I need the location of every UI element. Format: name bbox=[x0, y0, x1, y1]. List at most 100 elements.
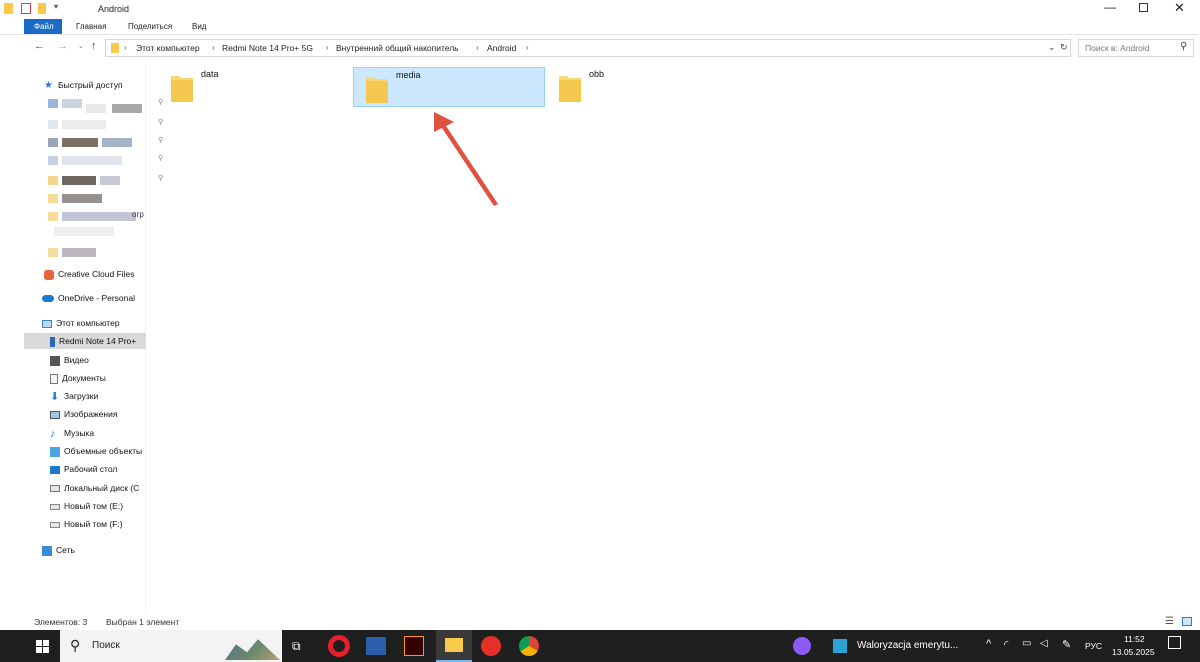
folder-obb[interactable]: obb bbox=[547, 67, 739, 107]
crumb-storage[interactable]: Внутренний общий накопитель bbox=[336, 43, 459, 53]
pinned-item[interactable]: ⚲ bbox=[48, 152, 163, 168]
chevron-right-icon: › bbox=[476, 43, 479, 52]
quick-access-dropdown-icon[interactable]: ▾ bbox=[54, 2, 58, 11]
active-window-title[interactable]: Waloryzacja emerytu... bbox=[857, 640, 958, 651]
ribbon-tabs: Файл Главная Поделиться Вид bbox=[0, 18, 1200, 35]
folder-icon bbox=[366, 77, 388, 103]
nav-item-documents[interactable]: Документы bbox=[24, 370, 146, 386]
drive-icon bbox=[50, 503, 60, 510]
folder-data[interactable]: data bbox=[159, 67, 351, 107]
alice-assistant-icon[interactable] bbox=[793, 637, 811, 655]
nav-item-desktop[interactable]: Рабочий стол bbox=[24, 461, 146, 477]
details-view-icon[interactable]: ☰ bbox=[1165, 616, 1174, 627]
nav-onedrive-label: OneDrive - Personal bbox=[58, 293, 136, 303]
folder-name: media bbox=[396, 70, 421, 80]
crumb-device[interactable]: Redmi Note 14 Pro+ 5G bbox=[222, 43, 313, 53]
nav-item-label: Локальный диск (C bbox=[64, 483, 140, 493]
pinned-item[interactable] bbox=[48, 190, 148, 206]
task-view-icon[interactable]: ⧉ bbox=[292, 639, 301, 654]
nav-network-label: Сеть bbox=[56, 545, 75, 555]
pinned-item[interactable]: ⚲ bbox=[48, 96, 163, 113]
cube-icon bbox=[50, 446, 60, 457]
refresh-icon[interactable]: ↻ bbox=[1060, 42, 1068, 53]
maximize-button[interactable] bbox=[1139, 3, 1148, 12]
opera-icon[interactable] bbox=[328, 635, 350, 657]
folder-icon bbox=[4, 3, 13, 14]
tab-share[interactable]: Поделиться bbox=[118, 19, 182, 34]
tab-view[interactable]: Вид bbox=[182, 19, 216, 34]
nav-item-label: Музыка bbox=[64, 428, 95, 438]
video-icon bbox=[50, 355, 60, 366]
windows-start-icon[interactable] bbox=[36, 640, 49, 653]
up-arrow-icon[interactable]: ↑ bbox=[91, 40, 97, 52]
illustrator-icon[interactable] bbox=[404, 636, 424, 656]
large-icons-view-icon[interactable] bbox=[1182, 617, 1192, 626]
properties-icon[interactable] bbox=[21, 3, 31, 14]
nav-quick-access-label: Быстрый доступ bbox=[58, 80, 123, 90]
word-icon[interactable] bbox=[366, 637, 386, 655]
drive-icon bbox=[50, 485, 60, 493]
nav-item-label: Видео bbox=[64, 355, 89, 365]
folder-icon bbox=[171, 76, 193, 102]
network-icon[interactable]: ◜ bbox=[1004, 638, 1008, 651]
pinned-item[interactable]: ⚲ bbox=[48, 134, 163, 150]
search-field[interactable]: Поиск в: Android ⚲ bbox=[1078, 39, 1194, 57]
nav-item-label: Рабочий стол bbox=[64, 464, 118, 474]
search-input[interactable]: Поиск в: Android bbox=[1085, 43, 1149, 53]
nav-item-3d-objects[interactable]: Объемные объекты bbox=[24, 443, 146, 459]
new-folder-icon[interactable] bbox=[38, 3, 46, 14]
input-language[interactable]: РУС bbox=[1085, 641, 1102, 651]
active-window-icon bbox=[833, 639, 847, 653]
pen-icon[interactable]: ✎ bbox=[1062, 638, 1071, 651]
window-title: Android bbox=[98, 4, 130, 14]
annotation-arrow-icon bbox=[434, 112, 498, 206]
monitor-icon[interactable]: ▭ bbox=[1022, 638, 1031, 649]
clock-time[interactable]: 11:52 bbox=[1124, 634, 1145, 644]
recent-dropdown-icon[interactable]: ⌄ bbox=[78, 42, 84, 50]
nav-item-music[interactable]: ♪ Музыка bbox=[24, 425, 146, 441]
folder-icon bbox=[111, 43, 119, 53]
close-button[interactable]: ✕ bbox=[1174, 0, 1185, 16]
folder-name: data bbox=[201, 69, 219, 79]
nav-item-downloads[interactable]: ⬇ Загрузки bbox=[24, 388, 146, 404]
pinned-item[interactable] bbox=[48, 245, 148, 261]
music-note-icon: ♪ bbox=[50, 427, 56, 440]
nav-item-pictures[interactable]: Изображения bbox=[24, 406, 146, 422]
forward-arrow-icon[interactable]: → bbox=[57, 40, 68, 52]
crumb-this-pc[interactable]: Этот компьютер bbox=[136, 43, 200, 53]
tab-file[interactable]: Файл bbox=[24, 19, 62, 34]
folder-name: obb bbox=[589, 69, 605, 79]
pinned-item-partial-label: огр bbox=[132, 210, 144, 219]
chevron-up-icon[interactable]: ^ bbox=[986, 638, 991, 650]
taskbar-search-label: Поиск bbox=[92, 640, 120, 651]
chrome-icon[interactable] bbox=[519, 636, 539, 656]
nav-item-videos[interactable]: Видео bbox=[24, 352, 146, 368]
nav-item-label: Новый том (E:) bbox=[64, 501, 124, 511]
speaker-icon[interactable]: ◁ bbox=[1040, 638, 1048, 649]
nav-item-drive-e[interactable]: Новый том (E:) bbox=[24, 498, 146, 514]
search-icon[interactable]: ⚲ bbox=[1180, 41, 1187, 52]
nav-item-label: Redmi Note 14 Pro+ bbox=[59, 336, 137, 346]
chevron-down-icon[interactable]: ⌄ bbox=[1048, 42, 1056, 53]
nav-item-drive-f[interactable]: Новый том (F:) bbox=[24, 516, 146, 532]
nav-item-label: Объемные объекты bbox=[64, 446, 143, 456]
taskbar-search[interactable]: ⚲ Поиск bbox=[60, 630, 282, 662]
minimize-button[interactable]: — bbox=[1104, 0, 1116, 14]
clock-date[interactable]: 13.05.2025 bbox=[1112, 647, 1155, 657]
file-explorer-icon[interactable] bbox=[436, 630, 472, 662]
address-field[interactable]: › Этот компьютер › Redmi Note 14 Pro+ 5G… bbox=[105, 39, 1071, 57]
pinned-item[interactable]: ⚲ bbox=[48, 172, 163, 188]
folder-icon bbox=[559, 76, 581, 102]
tab-home[interactable]: Главная bbox=[66, 19, 116, 34]
folder-media[interactable]: media bbox=[353, 67, 545, 107]
back-arrow-icon[interactable]: ← bbox=[34, 40, 45, 52]
pinned-item[interactable]: ⚲ bbox=[48, 116, 163, 132]
notification-icon[interactable] bbox=[1168, 636, 1181, 649]
nav-item-device[interactable]: Redmi Note 14 Pro+ bbox=[24, 333, 146, 349]
crumb-android[interactable]: Android bbox=[487, 43, 516, 53]
nav-item-drive-c[interactable]: Локальный диск (C bbox=[24, 480, 146, 496]
yandex-browser-icon[interactable] bbox=[481, 636, 501, 656]
pinned-item[interactable] bbox=[48, 227, 148, 243]
navigation-pane: ★ Быстрый доступ ⚲ ⚲ ⚲ ⚲ ⚲ огр Creative … bbox=[24, 62, 163, 614]
pinned-item[interactable]: огр bbox=[48, 208, 148, 224]
